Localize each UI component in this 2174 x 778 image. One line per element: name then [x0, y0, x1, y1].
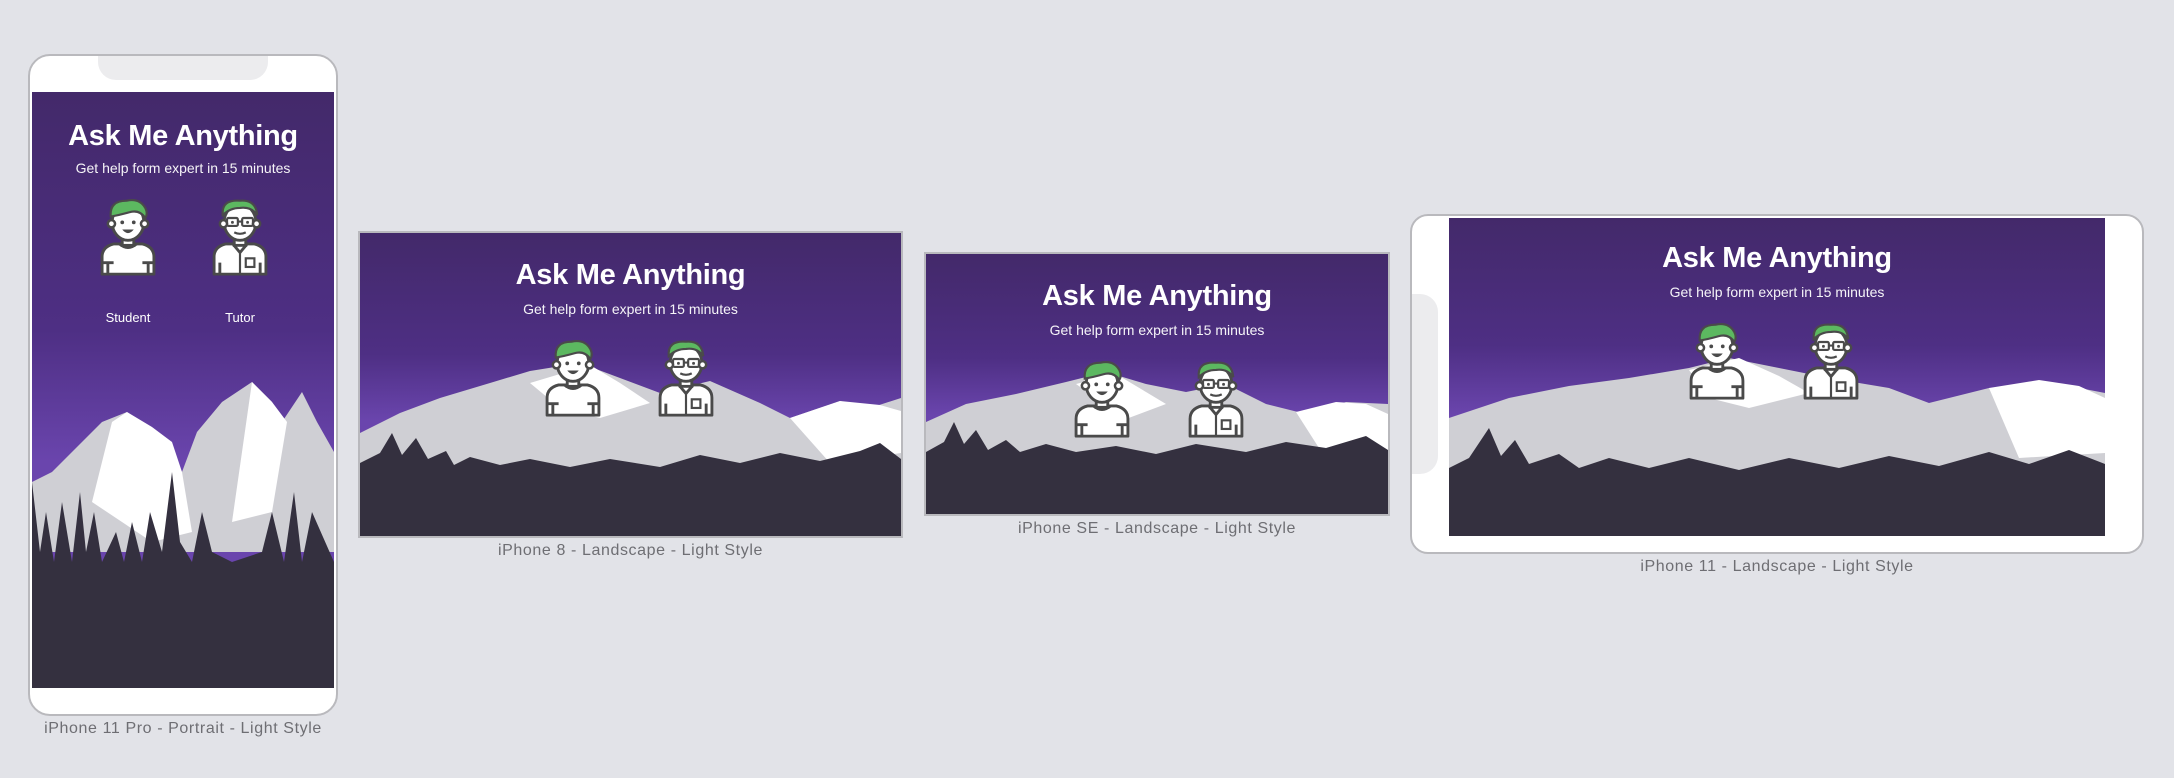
- device-frame-iphone-11-landscape: Ask Me Anything Get help form expert in …: [1410, 214, 2144, 554]
- tutor-avatar-icon[interactable]: [1795, 320, 1867, 400]
- student-role-label[interactable]: Student: [88, 310, 168, 325]
- device-caption: iPhone 8 - Landscape - Light Style: [497, 542, 763, 559]
- device-notch: [1412, 294, 1438, 474]
- app-subtitle: Get help form expert in 15 minutes: [1669, 284, 1885, 300]
- app-screen: Ask Me Anything Get help form expert in …: [926, 254, 1388, 514]
- device-frame-iphone-se-landscape: Ask Me Anything Get help form expert in …: [924, 252, 1390, 516]
- device-frame-iphone-8-landscape: Ask Me Anything Get help form expert in …: [358, 231, 903, 538]
- device-frame-iphone-11-pro-portrait: Ask Me Anything Get help form expert in …: [28, 54, 338, 716]
- tutor-role-label[interactable]: Tutor: [200, 310, 280, 325]
- device-caption: iPhone 11 - Landscape - Light Style: [1640, 558, 1914, 575]
- device-caption: iPhone SE - Landscape - Light Style: [1017, 520, 1297, 537]
- app-title: Ask Me Anything: [1042, 280, 1272, 312]
- student-avatar-icon[interactable]: [92, 196, 164, 276]
- tutor-avatar-icon[interactable]: [650, 337, 722, 417]
- device-notch: [98, 56, 268, 80]
- student-avatar-icon[interactable]: [537, 337, 609, 417]
- app-title: Ask Me Anything: [68, 120, 298, 152]
- tutor-avatar-icon[interactable]: [1180, 358, 1252, 438]
- app-screen: Ask Me Anything Get help form expert in …: [1449, 218, 2105, 536]
- app-subtitle: Get help form expert in 15 minutes: [523, 301, 738, 317]
- app-subtitle: Get help form expert in 15 minutes: [1049, 322, 1265, 338]
- app-title: Ask Me Anything: [515, 259, 746, 291]
- app-subtitle: Get help form expert in 15 minutes: [75, 160, 291, 176]
- student-avatar-icon[interactable]: [1066, 358, 1138, 438]
- app-title: Ask Me Anything: [1662, 242, 1892, 274]
- app-screen: Ask Me Anything Get help form expert in …: [360, 233, 901, 536]
- app-screen: Ask Me Anything Get help form expert in …: [32, 92, 334, 688]
- device-caption: iPhone 11 Pro - Portrait - Light Style: [44, 720, 322, 737]
- student-avatar-icon[interactable]: [1681, 320, 1753, 400]
- mountain-landscape: [32, 382, 334, 688]
- tutor-avatar-icon[interactable]: [204, 196, 276, 276]
